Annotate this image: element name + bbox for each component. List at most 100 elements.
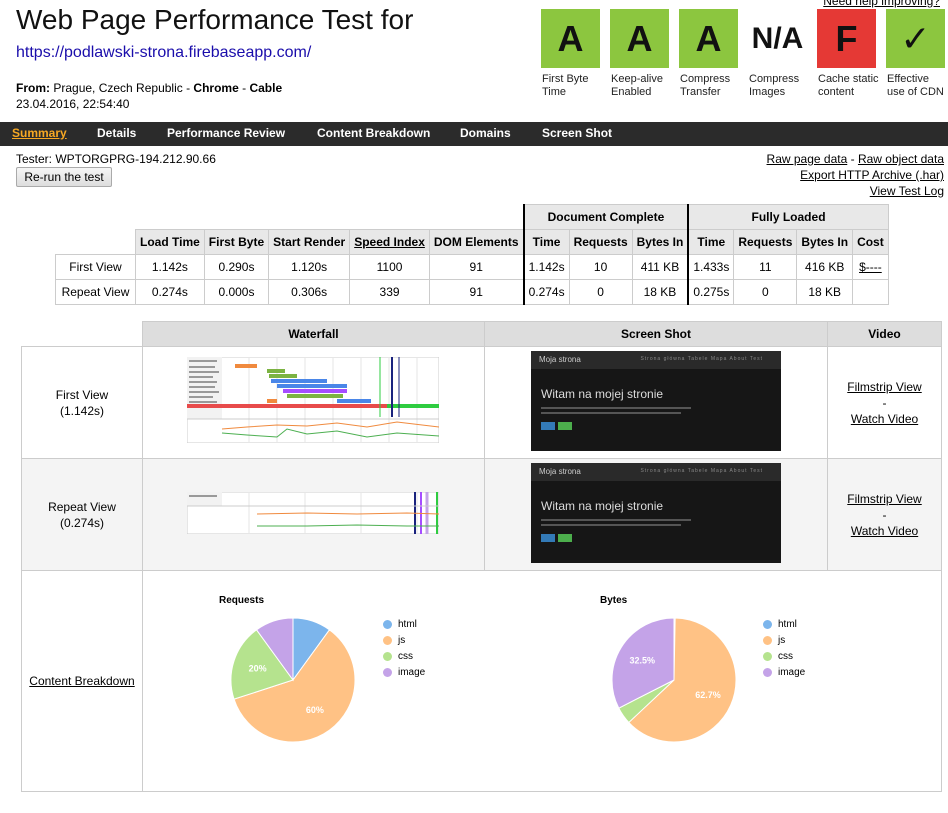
legend-label: image [398,666,426,678]
group-header-row: Document Complete Fully Loaded [56,204,889,230]
content-breakdown-link[interactable]: Content Breakdown [29,673,134,689]
legend-swatch [383,635,392,645]
col-full-time: Time [687,229,735,255]
view-test-log-link[interactable]: View Test Log [870,184,944,198]
legend-label: js [778,634,786,646]
legend-label: html [778,618,797,630]
help-improving-link[interactable]: Need help improving? [823,0,940,8]
raw-object-data-link[interactable]: Raw object data [858,152,944,166]
watch-video-link[interactable]: Watch Video [851,411,918,427]
thumb-text-line [541,407,691,409]
tab-content-breakdown[interactable]: Content Breakdown [317,126,430,140]
filmstrip-view-link[interactable]: Filmstrip View [847,379,921,395]
legend-item-css: css [383,648,425,664]
fully-loaded-header: Fully Loaded [687,204,889,230]
repeat-view-name: Repeat View [48,499,116,514]
content-breakdown-label-cell: Content Breakdown [21,570,143,792]
from-separator: - [182,81,194,95]
repeat-view-waterfall-thumbnail[interactable] [187,492,439,534]
tester-info: Tester: WPTORGPRG-194.212.90.66 [16,152,216,166]
thumb-brand: Moja strona [539,467,581,476]
legend-item-js: js [763,632,805,648]
first-view-waterfall-thumbnail[interactable] [187,357,439,443]
pie-data-label: 20% [249,664,267,674]
table-cell: 0.274s [135,279,205,305]
export-har-link[interactable]: Export HTTP Archive (.har) [800,168,944,182]
grade-box[interactable]: ✓ [886,9,945,68]
results-table: Document Complete Fully Loaded Load Time… [55,204,889,305]
tested-url-link[interactable]: https://podlawski-strona.firebaseapp.com… [16,44,311,62]
legend-item-html: html [383,616,425,632]
nav-bar: Summary Details Performance Review Conte… [0,122,948,146]
page-title: Web Page Performance Test for [16,4,414,35]
tab-details[interactable]: Details [97,126,136,140]
connection-type: Cable [249,81,283,95]
col-start-render: Start Render [268,229,351,255]
table-cell: 0.000s [203,279,270,305]
tab-performance-review[interactable]: Performance Review [167,126,285,140]
repeat-view-waterfall-cell [142,458,485,571]
speed-index-link[interactable]: Speed Index [354,235,425,249]
table-cell: 10 [568,254,633,280]
cost-cell[interactable]: $---- [852,254,889,280]
cost-link[interactable]: $---- [859,260,882,274]
filmstrip-view-link[interactable]: Filmstrip View [847,491,921,507]
table-cell: 91 [428,279,525,305]
table-cell: 411 KB [631,254,690,280]
grade-label: Keep-alive Enabled [611,73,663,98]
rerun-test-button[interactable]: Re-run the test [16,167,112,187]
table-row: First View 1.142s 0.290s 1.120s 1100 91 … [55,254,889,280]
requests-chart-title: Requests [219,595,265,606]
row-label-first-view: First View [55,254,136,280]
legend-label: css [398,650,413,662]
first-view-time: (1.142s) [59,403,105,418]
thumb-hero-title: Witam na mojej stronie [541,387,664,401]
table-cell: 1.142s [522,254,570,280]
thumb-button [541,422,555,430]
thumb-button [558,422,572,430]
grade-box[interactable]: A [610,9,669,68]
thumb-hero-title: Witam na mojej stronie [541,499,664,513]
table-cell: 339 [349,279,430,305]
table-cell: 91 [428,254,525,280]
watch-video-link[interactable]: Watch Video [851,523,918,539]
repeat-view-label: Repeat View (0.274s) [21,458,143,571]
grade-label: Compress Transfer [680,73,731,98]
col-speed-index[interactable]: Speed Index [349,229,430,255]
raw-page-data-link[interactable]: Raw page data [767,152,848,166]
grade-label: Compress Images [749,73,800,98]
grade-label: Effective use of CDN [887,73,944,98]
grade-box[interactable]: N/A [748,9,807,68]
row-label-repeat-view: Repeat View [55,279,136,305]
col-first-byte: First Byte [203,229,270,255]
grade-box[interactable]: A [679,9,738,68]
table-cell: 0 [733,279,798,305]
tab-domains[interactable]: Domains [460,126,511,140]
grade-box[interactable]: A [541,9,600,68]
repeat-view-screenshot-thumbnail[interactable]: Moja strona Strona główna Tabele Mapa Ab… [531,463,781,563]
waterfall-header: Waterfall [142,321,485,347]
first-view-screenshot-cell: Moja strona Strona główna Tabele Mapa Ab… [484,346,828,459]
grade-label: First Byte Time [542,73,589,98]
thumb-brand: Moja strona [539,355,581,364]
repeat-view-screenshot-cell: Moja strona Strona główna Tabele Mapa Ab… [484,458,828,571]
grade-box[interactable]: F [817,9,876,68]
tab-summary[interactable]: Summary [12,126,67,140]
tab-screen-shot[interactable]: Screen Shot [542,126,612,140]
table-cell: 416 KB [796,254,854,280]
blank-cell [56,230,136,255]
thumb-button [558,534,572,542]
thumb-text-line [541,519,691,521]
column-header-row: Load Time First Byte Start Render Speed … [56,229,889,255]
repeat-view-video-cell: Filmstrip View - Watch Video [827,458,942,571]
results-grid: Waterfall Screen Shot Video First View (… [21,321,942,792]
link-dash: - [882,507,887,522]
col-doc-requests: Requests [568,229,633,255]
browser-name: Chrome [193,81,239,95]
first-view-screenshot-thumbnail[interactable]: Moja strona Strona główna Tabele Mapa Ab… [531,351,781,451]
pie-data-label: 32.5% [630,656,656,666]
legend-swatch [383,651,392,661]
link-dash: - [882,395,887,410]
table-cell: 1.142s [135,254,205,280]
legend-item-js: js [383,632,425,648]
